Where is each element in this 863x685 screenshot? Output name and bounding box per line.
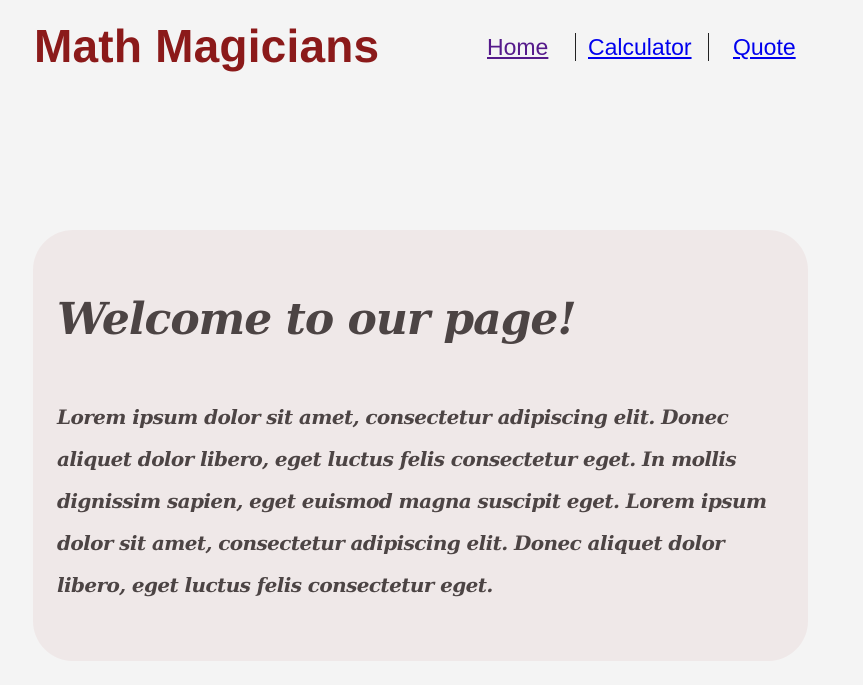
nav-link-quote[interactable]: Quote	[733, 32, 796, 62]
nav-link-calculator[interactable]: Calculator	[588, 32, 692, 62]
welcome-card: Welcome to our page! Lorem ipsum dolor s…	[33, 230, 808, 661]
nav-link-home[interactable]: Home	[487, 32, 548, 62]
welcome-paragraph: Lorem ipsum dolor sit amet, consectetur …	[57, 405, 767, 597]
site-header: Math Magicians Home Calculator Quote	[0, 0, 863, 90]
welcome-heading: Welcome to our page!	[57, 294, 577, 345]
nav-divider	[575, 33, 576, 61]
main-nav: Home Calculator Quote	[0, 32, 863, 62]
nav-divider	[708, 33, 709, 61]
